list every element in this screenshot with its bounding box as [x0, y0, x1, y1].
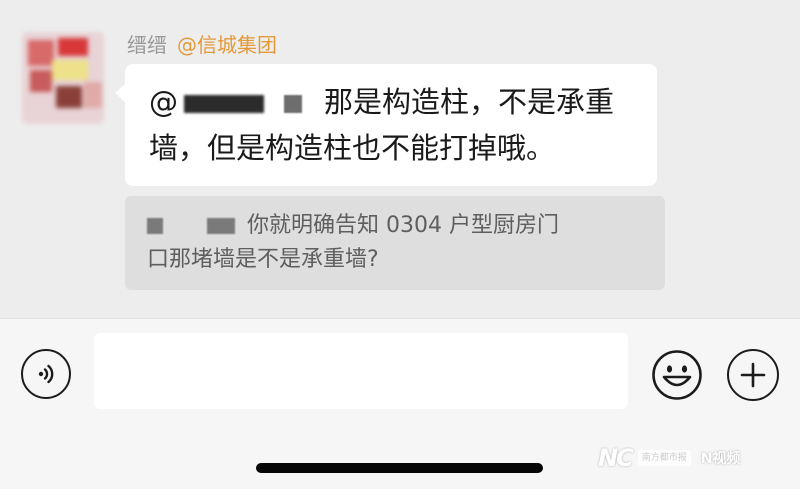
emoji-icon — [652, 350, 702, 400]
message-bubble[interactable]: @ 那是构造柱，不是承重 墙，但是构造柱也不能打掉哦。 — [115, 64, 657, 186]
quote-line-2: 口那堵墙是不是承重墙? — [147, 247, 379, 272]
voice-button[interactable] — [21, 349, 71, 399]
redacted-name-fragment — [284, 95, 302, 113]
quote-redacted-name — [147, 218, 163, 234]
message-line-2: 墙，但是构造柱也不能打掉哦。 — [149, 131, 556, 165]
plus-button[interactable] — [727, 349, 779, 401]
message-text-1: 那是构造柱，不是承重 — [324, 85, 615, 119]
watermark-box: 南方都市报 — [637, 450, 691, 466]
emoji-button[interactable] — [651, 349, 703, 401]
redacted-name — [184, 95, 264, 113]
input-bar: NC 南方都市报 N视频 — [0, 318, 800, 489]
watermark-logo: NC — [598, 444, 634, 472]
quote-line-1: 你就明确告知 0304 户型厨房门 — [147, 210, 559, 242]
message-input[interactable] — [94, 333, 628, 409]
sender-nickname[interactable]: 缙缙 — [127, 33, 167, 57]
voice-icon — [38, 364, 54, 384]
message-line-1: @ 那是构造柱，不是承重 — [149, 82, 614, 122]
sender-mention[interactable]: @信城集团 — [177, 33, 277, 57]
chat-area: 缙缙 @信城集团 @ 那是构造柱，不是承重 墙，但是构造柱也不能打掉哦。 你就明确告… — [0, 0, 800, 318]
quoted-message[interactable]: 你就明确告知 0304 户型厨房门 口那堵墙是不是承重墙? — [125, 196, 665, 290]
home-indicator[interactable] — [256, 463, 543, 473]
quote-text-1: 你就明确告知 0304 户型厨房门 — [247, 213, 559, 238]
plus-icon — [740, 362, 766, 388]
watermark-n-label: N视频 — [700, 451, 741, 467]
mention-prefix: @ — [149, 85, 178, 119]
sender-line: 缙缙 @信城集团 — [127, 31, 277, 59]
avatar[interactable] — [22, 32, 104, 124]
watermark: NC 南方都市报 N视频 — [598, 439, 740, 477]
quote-redacted-name-fragment — [207, 218, 235, 234]
